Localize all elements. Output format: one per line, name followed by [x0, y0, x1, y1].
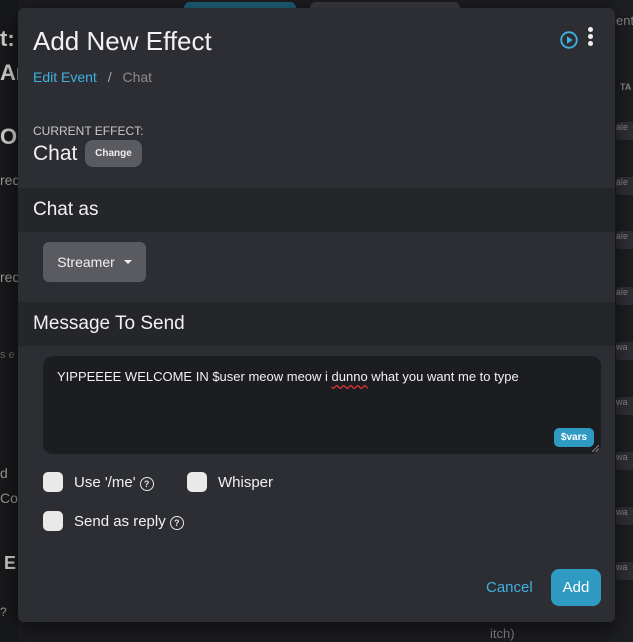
play-circle-icon[interactable]	[560, 31, 578, 49]
bg-chip: ale	[616, 231, 633, 249]
bg-chip: wa	[616, 452, 633, 470]
use-me-box[interactable]	[43, 472, 63, 492]
chat-as-selected: Streamer	[57, 254, 115, 270]
help-icon[interactable]: ?	[169, 515, 184, 530]
caret-down-icon	[123, 260, 132, 264]
whisper-label: Whisper	[218, 473, 274, 491]
breadcrumb-edit-event[interactable]: Edit Event	[33, 69, 97, 85]
use-me-label: Use '/me'?	[74, 474, 154, 491]
bg-text: d	[0, 465, 8, 481]
breadcrumb: Edit Event / Chat	[33, 69, 152, 85]
add-button[interactable]: Add	[551, 569, 601, 606]
bg-text: t:	[0, 26, 15, 51]
send-as-reply-label: Send as reply?	[74, 513, 184, 530]
misspelled-word: dunno	[331, 369, 368, 384]
bg-chip: ale	[616, 287, 633, 305]
resize-handle-icon[interactable]	[592, 445, 599, 452]
bg-text: itch)	[490, 626, 515, 641]
kebab-menu-icon[interactable]	[585, 27, 595, 49]
send-as-reply-box[interactable]	[43, 511, 63, 531]
change-effect-button[interactable]: Change	[85, 140, 142, 167]
whisper-box[interactable]	[187, 472, 207, 492]
bg-chip: wa	[616, 397, 633, 415]
bg-text: TA	[620, 82, 632, 92]
bg-text: E	[4, 553, 17, 573]
bg-text: s e	[0, 349, 15, 361]
bg-chip: wa	[616, 562, 633, 580]
modal-title: Add New Effect	[33, 26, 212, 56]
bg-chip: wa	[616, 342, 633, 360]
message-text-part: what you want me to type	[367, 369, 519, 384]
bg-chip: ale	[616, 122, 633, 140]
background-right-panel: ents TA	[614, 0, 633, 642]
whisper-checkbox[interactable]: Whisper	[187, 472, 273, 492]
use-me-checkbox[interactable]: Use '/me'?	[43, 472, 154, 492]
send-as-reply-checkbox[interactable]: Send as reply?	[43, 511, 184, 531]
help-icon[interactable]: ?	[139, 476, 154, 491]
cancel-button[interactable]: Cancel	[486, 579, 533, 596]
breadcrumb-separator: /	[107, 69, 112, 85]
vars-button[interactable]: $vars	[554, 428, 594, 447]
bg-text: ents	[616, 13, 633, 28]
current-effect-name: Chat	[33, 142, 78, 165]
chat-as-dropdown[interactable]: Streamer	[43, 242, 146, 282]
background-left-strip	[0, 0, 18, 642]
bg-chip: wa	[616, 507, 633, 525]
message-text-part: YIPPEEEE WELCOME IN $user meow meow i	[57, 369, 332, 384]
bg-chip: ale	[616, 177, 633, 195]
message-textarea[interactable]: YIPPEEEE WELCOME IN $user meow meow i du…	[43, 356, 601, 454]
current-effect-label: CURRENT EFFECT:	[33, 124, 144, 138]
chat-as-section-header: Chat as	[18, 188, 615, 232]
breadcrumb-current: Chat	[122, 69, 153, 85]
message-section-header: Message To Send	[18, 302, 615, 346]
add-effect-modal: Add New Effect Edit Event / Chat CURRENT…	[18, 8, 615, 622]
bg-text: ?	[0, 605, 7, 619]
